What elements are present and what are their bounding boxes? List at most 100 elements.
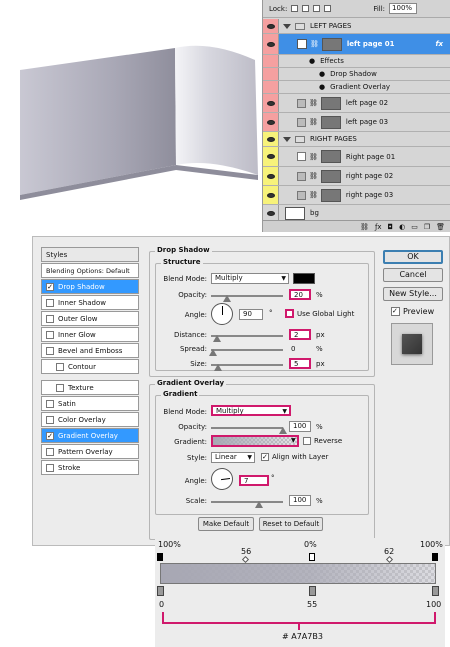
drop-shadow-checkbox[interactable] xyxy=(46,282,54,291)
layer-mask-toggle[interactable] xyxy=(297,98,306,108)
layer-left-page-03[interactable]: ⛓ left page 03 xyxy=(263,113,450,132)
style-item-satin[interactable]: Satin xyxy=(41,396,139,411)
contour-checkbox[interactable] xyxy=(56,362,64,371)
style-item-inner-glow[interactable]: Inner Glow xyxy=(41,327,139,342)
lock-pixels-toggle[interactable] xyxy=(302,5,310,12)
scale-slider-handle[interactable] xyxy=(255,501,263,508)
style-item-gradient-overlay[interactable]: Gradient Overlay xyxy=(41,428,139,443)
disclosure-triangle-icon[interactable] xyxy=(283,23,291,29)
spread-slider-handle[interactable] xyxy=(209,349,217,356)
layer-bg[interactable]: bg xyxy=(263,205,450,221)
make-default-button[interactable]: Make Default xyxy=(198,517,254,531)
style-item-drop-shadow[interactable]: Drop Shadow xyxy=(41,279,139,294)
gradient-dropdown-arrow-icon[interactable]: ▼ xyxy=(291,437,296,444)
cancel-button[interactable]: Cancel xyxy=(383,268,443,282)
layer-left-page-02[interactable]: ⛓ left page 02 xyxy=(263,94,450,113)
size-input[interactable]: 5 xyxy=(289,358,311,369)
visibility-toggle[interactable] xyxy=(263,147,279,166)
distance-slider-handle[interactable] xyxy=(213,335,221,342)
outer-glow-checkbox[interactable] xyxy=(46,314,54,323)
preview-checkbox[interactable]: ✓ xyxy=(391,307,400,316)
blending-options-item[interactable]: Blending Options: Default xyxy=(41,263,139,278)
disclosure-triangle-icon[interactable] xyxy=(283,136,291,142)
satin-checkbox[interactable] xyxy=(46,399,54,408)
gradient-opacity-slider-handle[interactable] xyxy=(279,427,287,434)
align-with-layer-checkbox[interactable]: ✓ xyxy=(261,453,269,461)
layer-mask-toggle[interactable] xyxy=(297,117,306,127)
layer-right-page-01[interactable]: ⛓ Right page 01 xyxy=(263,147,450,167)
trash-icon[interactable]: 🗑 xyxy=(436,223,445,231)
visibility-toggle[interactable] xyxy=(263,186,279,204)
ok-button[interactable]: OK xyxy=(383,250,443,264)
style-item-color-overlay[interactable]: Color Overlay xyxy=(41,412,139,427)
angle-input[interactable]: 90 xyxy=(239,309,263,320)
angle-dial[interactable] xyxy=(211,303,233,325)
visibility-toggle[interactable] xyxy=(263,34,279,54)
global-light-checkbox[interactable] xyxy=(285,309,294,318)
layer-group-right-pages[interactable]: RIGHT PAGES xyxy=(263,132,450,147)
layer-mask-toggle[interactable] xyxy=(297,152,306,161)
visibility-toggle[interactable] xyxy=(263,94,279,112)
gradient-opacity-input[interactable]: 100 xyxy=(289,421,311,432)
gradient-preview-bar[interactable] xyxy=(160,563,436,584)
texture-checkbox[interactable] xyxy=(56,383,64,392)
color-stop-handle[interactable] xyxy=(432,586,439,596)
style-item-contour[interactable]: Contour xyxy=(41,359,139,374)
visibility-toggle[interactable] xyxy=(263,167,279,185)
style-item-inner-shadow[interactable]: Inner Shadow xyxy=(41,295,139,310)
scale-slider-track[interactable] xyxy=(211,501,283,503)
opacity-input[interactable]: 20 xyxy=(289,289,311,300)
color-overlay-checkbox[interactable] xyxy=(46,415,54,424)
gradient-style-select[interactable]: Linear xyxy=(211,452,255,463)
size-slider-handle[interactable] xyxy=(214,364,222,371)
layer-group-left-pages[interactable]: LEFT PAGES xyxy=(263,19,450,34)
layer-right-page-03[interactable]: ⛓ right page 03 xyxy=(263,186,450,205)
style-item-texture[interactable]: Texture xyxy=(41,380,139,395)
style-item-stroke[interactable]: Stroke xyxy=(41,460,139,475)
distance-input[interactable]: 2 xyxy=(289,329,311,340)
layer-mask-toggle[interactable] xyxy=(297,171,306,181)
opacity-stop-handle[interactable] xyxy=(432,553,438,561)
visibility-toggle[interactable] xyxy=(263,81,279,93)
visibility-toggle[interactable] xyxy=(263,113,279,131)
add-mask-icon[interactable]: ◘ xyxy=(388,223,394,231)
fx-menu-icon[interactable]: ƒx xyxy=(375,223,382,231)
new-style-button[interactable]: New Style... xyxy=(383,287,443,301)
shadow-color-swatch[interactable] xyxy=(293,273,315,284)
style-item-pattern-overlay[interactable]: Pattern Overlay xyxy=(41,444,139,459)
lock-position-toggle[interactable] xyxy=(313,5,321,12)
gradient-blend-mode-select[interactable]: Multiply xyxy=(211,405,291,416)
color-stop-handle[interactable] xyxy=(309,586,316,596)
effect-drop-shadow[interactable]: ● Drop Shadow xyxy=(263,68,450,81)
gradient-angle-input[interactable]: 7 xyxy=(239,475,269,486)
gradient-picker[interactable] xyxy=(211,435,299,447)
opacity-stop-handle[interactable] xyxy=(309,553,315,561)
styles-header[interactable]: Styles xyxy=(41,247,139,262)
opacity-slider-handle[interactable] xyxy=(223,295,231,302)
lock-all-toggle[interactable] xyxy=(324,5,332,12)
scale-input[interactable]: 100 xyxy=(289,495,311,506)
spread-slider-track[interactable] xyxy=(211,349,283,351)
new-layer-icon[interactable]: ❐ xyxy=(424,223,430,231)
fill-input[interactable]: 100% xyxy=(389,3,418,14)
layer-mask-toggle[interactable] xyxy=(297,190,306,200)
lock-transparency-toggle[interactable] xyxy=(291,5,299,12)
inner-glow-checkbox[interactable] xyxy=(46,330,54,339)
visibility-toggle[interactable] xyxy=(263,55,279,67)
reset-to-default-button[interactable]: Reset to Default xyxy=(259,517,323,531)
opacity-stop-handle[interactable] xyxy=(157,553,163,561)
new-group-icon[interactable]: ▭ xyxy=(411,223,418,231)
visibility-toggle[interactable] xyxy=(263,132,279,146)
visibility-toggle[interactable] xyxy=(263,68,279,80)
style-item-bevel-emboss[interactable]: Bevel and Emboss xyxy=(41,343,139,358)
effect-gradient-overlay[interactable]: ● Gradient Overlay xyxy=(263,81,450,94)
blend-mode-select[interactable]: Multiply xyxy=(211,273,289,284)
stroke-checkbox[interactable] xyxy=(46,463,54,472)
color-stop-handle[interactable] xyxy=(157,586,164,596)
layer-right-page-02[interactable]: ⛓ right page 02 xyxy=(263,167,450,186)
spread-value[interactable]: 0 xyxy=(291,345,295,353)
visibility-toggle[interactable] xyxy=(263,19,279,33)
reverse-checkbox[interactable] xyxy=(303,437,311,445)
gradient-opacity-slider-track[interactable] xyxy=(211,427,283,429)
bevel-emboss-checkbox[interactable] xyxy=(46,346,54,355)
